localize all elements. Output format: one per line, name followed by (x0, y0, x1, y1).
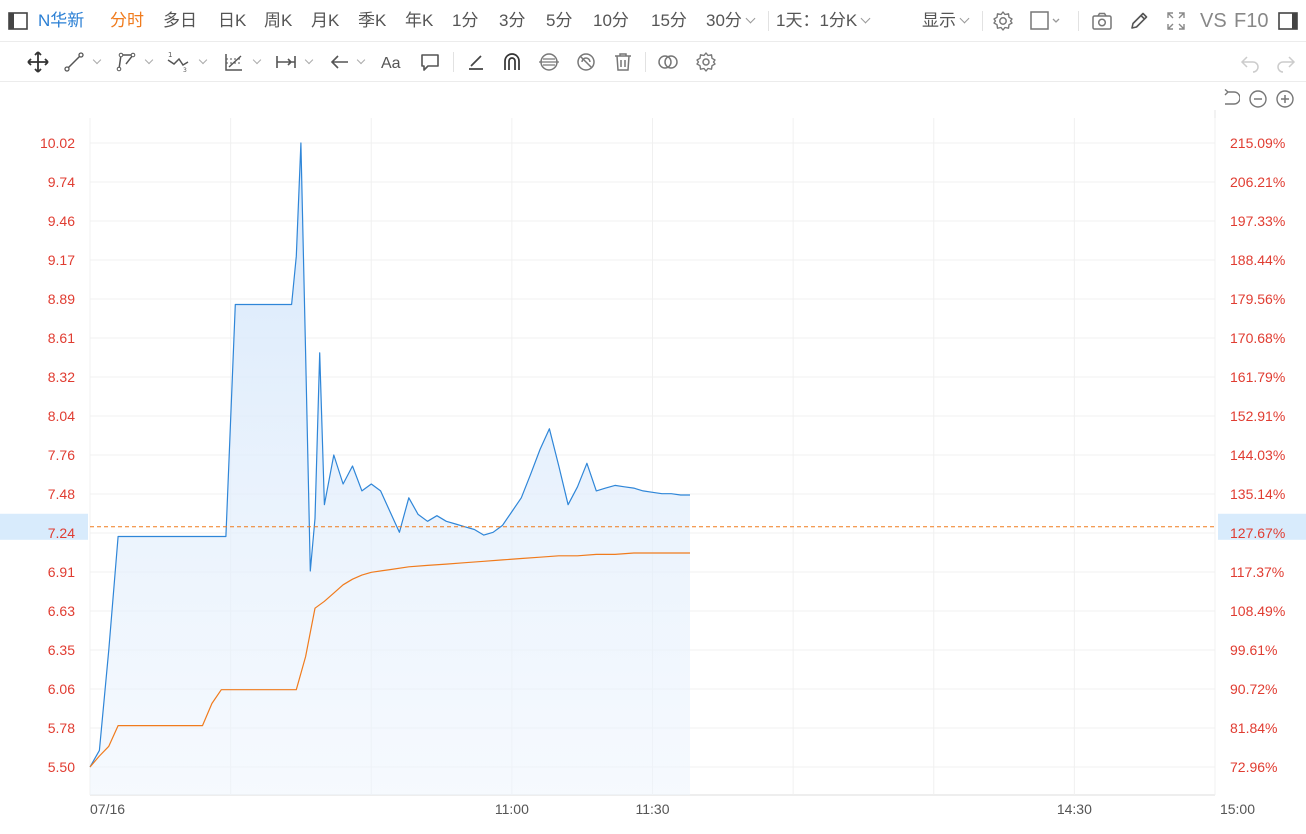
y-tick-label-left: 9.74 (48, 174, 75, 190)
y-tick-label-right: 144.03% (1230, 447, 1285, 463)
y-tick-label-left: 7.24 (48, 525, 75, 541)
y-axis-left: 10.02 9.74 9.46 9.17 8.89 8.61 8.32 8.04 7.76 7.4… (40, 135, 75, 775)
y-tick-label-left: 10.02 (40, 135, 75, 151)
y-tick-label-right: 188.44% (1230, 252, 1285, 268)
y-tick-label-right: 72.96% (1230, 759, 1277, 775)
y-tick-label-left: 8.89 (48, 291, 75, 307)
y-tick-label-left: 9.17 (48, 252, 75, 268)
x-tick-label: 14:30 (1057, 801, 1092, 817)
y-tick-label-right: 127.67% (1230, 525, 1285, 541)
y-tick-label-left: 5.78 (48, 720, 75, 736)
y-tick-label-left: 7.48 (48, 486, 75, 502)
x-axis: 07/16 11:00 11:30 14:30 15:00 (90, 801, 1255, 817)
y-tick-label-left: 6.35 (48, 642, 75, 658)
y-tick-label-right: 135.14% (1230, 486, 1285, 502)
y-tick-label-right: 90.72% (1230, 681, 1277, 697)
y-tick-label-left: 8.04 (48, 408, 75, 424)
y-axis-right: 215.09% 206.21% 197.33% 188.44% 179.56% 170.6… (1230, 135, 1285, 775)
y-tick-label-left: 9.46 (48, 213, 75, 229)
x-tick-label: 11:30 (636, 801, 670, 817)
y-tick-label-right: 197.33% (1230, 213, 1285, 229)
y-tick-label-right: 117.37% (1230, 564, 1284, 580)
y-tick-label-right: 170.68% (1230, 330, 1285, 346)
intraday-chart[interactable]: 10.02 9.74 9.46 9.17 8.89 8.61 8.32 8.04 7.76 7.4… (0, 0, 1306, 834)
y-tick-label-left: 7.76 (48, 447, 75, 463)
price-area (90, 143, 690, 795)
y-tick-label-right: 99.61% (1230, 642, 1277, 658)
x-tick-label: 11:00 (495, 801, 529, 817)
y-tick-label-right: 161.79% (1230, 369, 1285, 385)
y-tick-label-right: 108.49% (1230, 603, 1285, 619)
y-tick-label-right: 206.21% (1230, 174, 1285, 190)
y-tick-label-left: 5.50 (48, 759, 75, 775)
y-tick-label-right: 215.09% (1230, 135, 1285, 151)
price-area-fill (90, 143, 690, 795)
y-tick-label-left: 6.91 (48, 564, 75, 580)
y-tick-label-left: 6.63 (48, 603, 75, 619)
y-tick-label-right: 152.91% (1230, 408, 1285, 424)
y-tick-label-right: 81.84% (1230, 720, 1277, 736)
y-tick-label-left: 8.61 (48, 330, 75, 346)
x-tick-label: 07/16 (90, 801, 125, 817)
y-tick-label-left: 8.32 (48, 369, 75, 385)
y-tick-label-left: 6.06 (48, 681, 75, 697)
x-tick-label: 15:00 (1220, 801, 1255, 817)
y-tick-label-right: 179.56% (1230, 291, 1285, 307)
